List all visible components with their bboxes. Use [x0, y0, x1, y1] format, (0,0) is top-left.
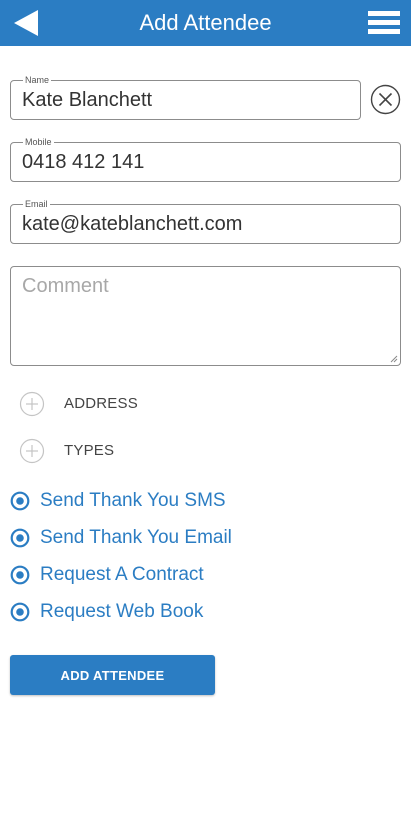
comment-input[interactable]: [22, 275, 392, 357]
page-title: Add Attendee: [139, 10, 272, 35]
option-label: Request A Contract: [40, 564, 204, 585]
address-section-toggle[interactable]: ADDRESS: [19, 391, 219, 417]
add-attendee-button[interactable]: ADD ATTENDEE: [10, 655, 215, 695]
types-section-toggle[interactable]: TYPES: [19, 438, 219, 464]
app-header: Add Attendee: [0, 0, 411, 46]
plus-circle-icon: [19, 391, 45, 417]
types-section-label: TYPES: [64, 442, 115, 459]
name-field: Name: [10, 74, 361, 120]
mobile-input[interactable]: [22, 143, 392, 181]
option-request-web-book[interactable]: Request Web Book: [10, 599, 310, 625]
radio-selected-icon: [10, 491, 30, 511]
option-request-a-contract[interactable]: Request A Contract: [10, 562, 310, 588]
option-label: Send Thank You SMS: [40, 490, 226, 511]
email-field: Email: [10, 198, 401, 244]
plus-circle-icon: [19, 438, 45, 464]
option-send-thank-you-sms[interactable]: Send Thank You SMS: [10, 488, 310, 514]
radio-selected-icon: [10, 602, 30, 622]
radio-selected-icon: [10, 528, 30, 548]
clear-circle-icon: [370, 84, 401, 115]
option-label: Send Thank You Email: [40, 527, 232, 548]
mobile-field: Mobile: [10, 136, 401, 182]
menu-button[interactable]: [368, 11, 400, 35]
resize-grip-icon[interactable]: [390, 355, 398, 363]
comment-field: [10, 266, 401, 366]
name-input[interactable]: [22, 81, 352, 119]
email-input[interactable]: [22, 205, 392, 243]
clear-name-button[interactable]: [370, 84, 401, 115]
option-send-thank-you-email[interactable]: Send Thank You Email: [10, 525, 310, 551]
option-label: Request Web Book: [40, 601, 204, 622]
radio-selected-icon: [10, 565, 30, 585]
address-section-label: ADDRESS: [64, 395, 138, 412]
